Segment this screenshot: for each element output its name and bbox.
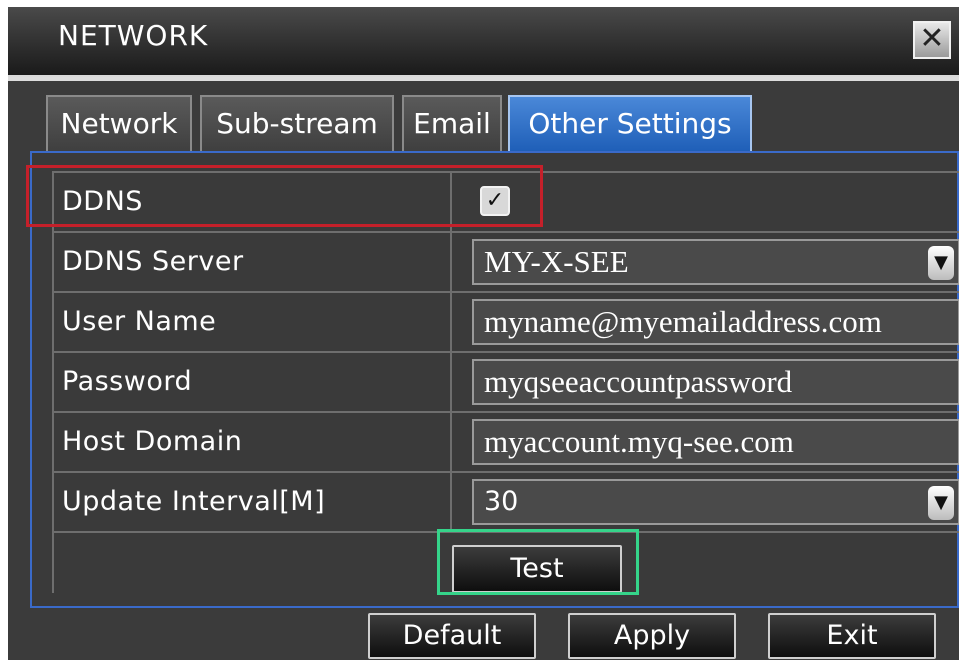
default-button[interactable]: Default: [368, 613, 536, 659]
update-interval-value: 30: [484, 486, 519, 517]
row-host-domain: Host Domain myaccount.myq-see.com: [52, 411, 959, 471]
row-password: Password myqseeaccountpassword: [52, 351, 959, 411]
title-bar: NETWORK ✕: [8, 7, 959, 77]
row-ddns-server: DDNS Server MY-X-SEE ▼: [52, 231, 959, 291]
exit-button[interactable]: Exit: [768, 613, 936, 659]
tab-sub-stream[interactable]: Sub-stream: [200, 95, 394, 151]
password-input[interactable]: myqseeaccountpassword: [472, 359, 959, 405]
ddns-highlight-box: [26, 165, 543, 227]
update-interval-label: Update Interval[M]: [52, 473, 452, 531]
tab-other-settings[interactable]: Other Settings: [508, 95, 752, 151]
row-divider: [52, 533, 54, 593]
dialog-title: NETWORK: [58, 19, 209, 52]
host-domain-label: Host Domain: [52, 413, 452, 471]
close-icon: ✕: [919, 21, 945, 56]
ddns-server-value: MY-X-SEE: [484, 244, 629, 279]
ddns-server-label: DDNS Server: [52, 233, 452, 291]
tab-email[interactable]: Email: [402, 95, 502, 151]
row-update-interval: Update Interval[M] 30 ▼: [52, 471, 959, 531]
chevron-down-icon[interactable]: ▼: [928, 246, 954, 280]
ddns-server-select[interactable]: MY-X-SEE ▼: [472, 239, 959, 285]
user-name-input[interactable]: myname@myemailaddress.com: [472, 299, 959, 345]
password-label: Password: [52, 353, 452, 411]
apply-button[interactable]: Apply: [568, 613, 736, 659]
close-button[interactable]: ✕: [913, 21, 951, 59]
chevron-down-icon[interactable]: ▼: [928, 486, 954, 520]
update-interval-select[interactable]: 30 ▼: [472, 479, 959, 525]
host-domain-input[interactable]: myaccount.myq-see.com: [472, 419, 959, 465]
test-highlight-box: [437, 529, 639, 595]
user-name-label: User Name: [52, 293, 452, 351]
tab-network[interactable]: Network: [46, 95, 192, 151]
row-user-name: User Name myname@myemailaddress.com: [52, 291, 959, 351]
